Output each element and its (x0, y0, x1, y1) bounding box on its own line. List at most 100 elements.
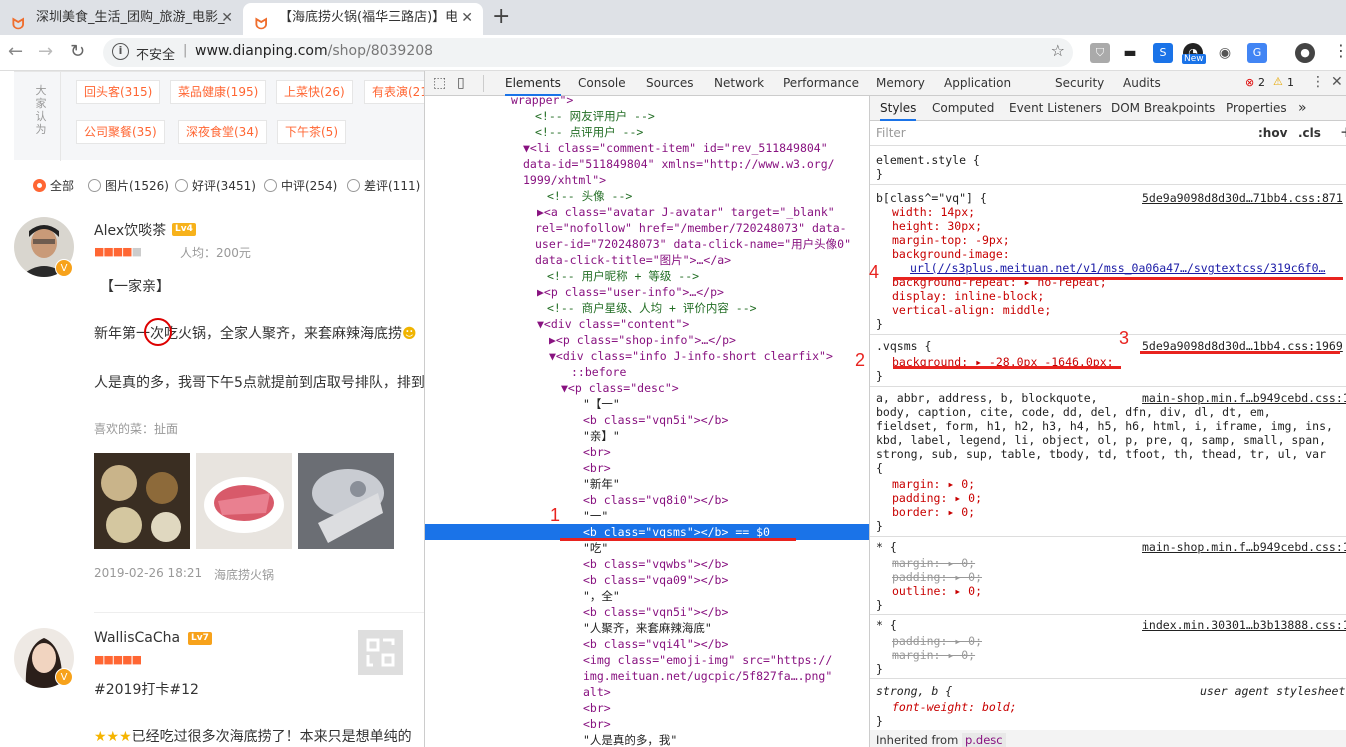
style-line[interactable]: kbd, label, legend, li, object, ol, p, p… (870, 433, 1346, 447)
tab-audits[interactable]: Audits (1123, 71, 1161, 96)
dom-node[interactable]: "人聚齐，来套麻辣海底" (425, 620, 869, 636)
dom-comment[interactable]: <!-- 用户昵称 + 等级 --> (425, 268, 869, 284)
style-line[interactable]: strong, sub, sup, table, tbody, td, tfoo… (870, 447, 1346, 461)
dom-node[interactable]: data-click-title="图片">…</a> (425, 252, 869, 268)
tag-chip[interactable]: 回头客(315) (76, 80, 161, 104)
style-line[interactable]: outline: ▸ 0; (870, 584, 1346, 598)
style-line[interactable]: } (870, 598, 1346, 612)
tag-chip[interactable]: 上菜快(26) (276, 80, 353, 104)
style-line[interactable]: border: ▸ 0; (870, 505, 1346, 519)
style-source-link[interactable]: 5de9a9098d8d30d…71bb4.css:871 (1142, 191, 1346, 205)
style-line[interactable]: vertical-align: middle; (870, 303, 1346, 317)
style-line[interactable]: { (870, 461, 1346, 475)
style-line[interactable]: padding: ▸ 0; (870, 491, 1346, 505)
filter-mid[interactable]: 中评(254) (264, 177, 337, 194)
dom-node[interactable]: "【一" (425, 396, 869, 412)
style-line[interactable]: margin: ▸ 0; (870, 477, 1346, 491)
dom-node[interactable]: <b class="vqi4l"></b> (425, 636, 869, 652)
style-line[interactable]: height: 30px; (870, 219, 1346, 233)
extension-s-icon[interactable]: S (1153, 43, 1173, 63)
inspect-element-icon[interactable]: ⬚ (433, 75, 446, 91)
dom-node[interactable]: rel="nofollow" href="/member/720248073" … (425, 220, 869, 236)
style-line[interactable]: body, caption, cite, code, dd, del, dfn,… (870, 405, 1346, 419)
tab-properties[interactable]: Properties (1226, 96, 1287, 121)
forward-icon[interactable]: → (38, 39, 53, 65)
qr-code-icon[interactable] (358, 630, 403, 675)
dom-node[interactable]: ▼<div class="info J-info-short clearfix"… (425, 348, 869, 364)
style-line[interactable]: url(//s3plus.meituan.net/v1/mss_0a06a47…… (870, 261, 1346, 275)
filter-all[interactable]: 全部 (33, 177, 74, 194)
dom-node[interactable]: img.meituan.net/ugcpic/5f827fa….png" (425, 668, 869, 684)
tag-chip[interactable]: 下午茶(5) (277, 120, 346, 144)
url-text[interactable]: www.dianping.com/shop/8039208 (195, 43, 433, 59)
reload-icon[interactable]: ↻ (70, 39, 85, 65)
dom-node[interactable]: "一" (425, 508, 869, 524)
style-source-link[interactable]: main-shop.min.f…b949cebd.css:1 (1142, 540, 1346, 554)
devtools-menu-icon[interactable]: ⋮ (1311, 74, 1325, 90)
tab-elements[interactable]: Elements (505, 71, 561, 96)
style-line[interactable]: } (870, 317, 1346, 331)
close-tab-icon[interactable]: ✕ (221, 3, 233, 33)
style-line[interactable]: font-weight: bold; (870, 700, 1346, 714)
shield-extension-icon[interactable]: ⛉ (1090, 43, 1110, 63)
chat-extension-icon[interactable]: ◉ (1215, 43, 1235, 63)
style-line[interactable]: fieldset, form, h1, h2, h3, h4, h5, h6, … (870, 419, 1346, 433)
dom-node[interactable]: "新年" (425, 476, 869, 492)
review-photo[interactable] (196, 453, 292, 549)
dom-node[interactable]: wrapper"> (425, 96, 869, 108)
tab-computed[interactable]: Computed (932, 96, 994, 121)
dom-node[interactable]: user-id="720248073" data-click-name="用户头… (425, 236, 869, 252)
filter-input[interactable]: Filter (876, 126, 906, 140)
tag-chip[interactable]: 有表演(21 (364, 80, 424, 104)
device-toggle-icon[interactable]: ▯ (457, 75, 465, 91)
dom-node[interactable]: <img class="emoji-img" src="https:// (425, 652, 869, 668)
dom-node[interactable]: ▶<p class="shop-info">…</p> (425, 332, 869, 348)
tab-event-listeners[interactable]: Event Listeners (1009, 96, 1102, 121)
dom-node[interactable]: <br> (425, 460, 869, 476)
dom-node[interactable]: ▶<p class="user-info">…</p> (425, 284, 869, 300)
style-line[interactable]: } (870, 369, 1346, 383)
browser-tab-1[interactable]: ᗢ 深圳美食_生活_团购_旅游_电影_ ✕ (0, 3, 243, 35)
add-rule-icon[interactable]: + (1340, 123, 1346, 141)
dom-node[interactable]: ▼<div class="content"> (425, 316, 869, 332)
dom-comment[interactable]: <!-- 商户星级、人均 + 评价内容 --> (425, 300, 869, 316)
close-devtools-icon[interactable]: ✕ (1331, 74, 1343, 90)
profile-icon[interactable]: ● (1295, 43, 1315, 63)
dom-node[interactable]: ▶<a class="avatar J-avatar" target="_bla… (425, 204, 869, 220)
dom-node[interactable]: "吃" (425, 540, 869, 556)
style-line[interactable]: } (870, 519, 1346, 533)
style-line[interactable]: width: 14px; (870, 205, 1346, 219)
tab-application[interactable]: Application (944, 71, 1011, 96)
style-line[interactable]: display: inline-block; (870, 289, 1346, 303)
dom-node[interactable]: <b class="vq8i0"></b> (425, 492, 869, 508)
tab-network[interactable]: Network (714, 71, 764, 96)
dom-node[interactable]: 1999/xhtml"> (425, 172, 869, 188)
tab-dom-breakpoints[interactable]: DOM Breakpoints (1111, 96, 1215, 121)
warning-icon[interactable]: ⚠ (1273, 75, 1283, 88)
menu-dots-icon[interactable]: ⋮ (1333, 41, 1346, 60)
tag-chip[interactable]: 深夜食堂(34) (178, 120, 267, 144)
inherited-element[interactable]: p.desc (961, 733, 1006, 747)
elements-tree[interactable]: wrapper"> <!-- 网友评用户 --> <!-- 点评用户 --> ▼<li… (425, 96, 869, 747)
tag-chip[interactable]: 公司聚餐(35) (76, 120, 165, 144)
new-tab-button[interactable]: + (492, 4, 510, 30)
hov-toggle[interactable]: :hov (1258, 126, 1287, 140)
style-line[interactable]: padding: ▸ 0; (870, 634, 1346, 648)
style-line[interactable]: background-image: (870, 247, 1346, 261)
dom-node[interactable]: <b class="vqa09"></b> (425, 572, 869, 588)
filter-bad[interactable]: 差评(111) (347, 177, 420, 194)
dom-comment[interactable]: <!-- 头像 --> (425, 188, 869, 204)
info-icon[interactable]: i (112, 43, 129, 60)
cls-toggle[interactable]: .cls (1298, 126, 1321, 140)
user-name[interactable]: Alex饮啖茶 (94, 220, 166, 240)
style-source-link[interactable]: main-shop.min.f…b949cebd.css:1 (1142, 391, 1346, 405)
dom-node[interactable]: <br> (425, 700, 869, 716)
dom-node[interactable]: data-id="511849804" xmlns="http://www.w3… (425, 156, 869, 172)
review-shop[interactable]: 海底捞火锅 (214, 566, 274, 583)
tab-performance[interactable]: Performance (783, 71, 859, 96)
dom-node[interactable]: <b class="vqn5i"></b> (425, 604, 869, 620)
dom-node[interactable]: ::before (425, 364, 869, 380)
dom-node[interactable]: alt> (425, 684, 869, 700)
browser-tab-2[interactable]: ᗢ 【海底捞火锅(福华三路店)】电话 ✕ (243, 3, 483, 35)
more-tabs-icon[interactable]: » (1298, 96, 1307, 121)
